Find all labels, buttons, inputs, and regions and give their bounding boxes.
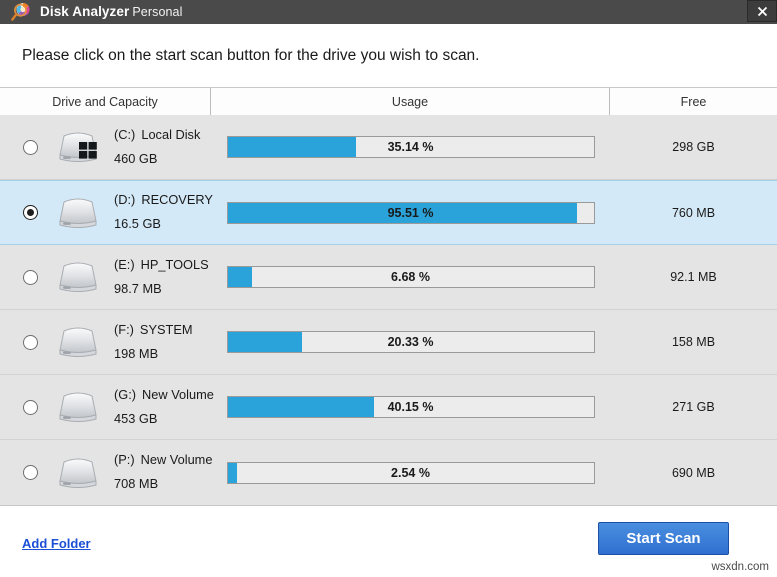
table-row[interactable]: (C:) Local Disk 460 GB 35.14 % 298 GB <box>0 115 777 180</box>
drive-text-block: (D:) RECOVERY 16.5 GB <box>114 194 213 231</box>
drive-list: (C:) Local Disk 460 GB 35.14 % 298 GB (D:) REC… <box>0 115 777 505</box>
drive-capacity: 453 GB <box>114 413 214 426</box>
drive-capacity: 16.5 GB <box>114 218 213 231</box>
drive-letter: (P:) <box>114 452 135 467</box>
title-bar: Disk AnalyzerPersonal <box>0 0 777 24</box>
app-edition: Personal <box>132 5 182 19</box>
drive-label: New Volume <box>142 387 214 402</box>
cell-free: 92.1 MB <box>610 245 777 309</box>
drive-capacity: 708 MB <box>114 478 212 491</box>
column-header-free: Free <box>610 88 777 115</box>
drive-letter: (D:) <box>114 192 135 207</box>
drive-radio-f[interactable] <box>23 335 38 350</box>
cell-free: 760 MB <box>610 181 777 244</box>
add-folder-link[interactable]: Add Folder <box>22 536 91 551</box>
cell-usage: 95.51 % <box>211 181 610 244</box>
close-icon <box>757 6 768 17</box>
footer: Add Folder Start Scan wsxdn.com <box>0 506 777 575</box>
usage-bar: 35.14 % <box>227 136 595 158</box>
cell-usage: 40.15 % <box>211 375 610 439</box>
drive-capacity: 460 GB <box>114 153 200 166</box>
app-name: Disk Analyzer <box>40 4 129 19</box>
drive-name: (G:) New Volume <box>114 389 214 402</box>
drive-name: (C:) Local Disk <box>114 129 200 142</box>
drive-text-block: (C:) Local Disk 460 GB <box>114 129 200 166</box>
drive-label: Local Disk <box>141 127 200 142</box>
usage-percent-label: 20.33 % <box>228 332 594 352</box>
hard-drive-icon <box>55 324 101 360</box>
cell-drive-and-capacity: (G:) New Volume 453 GB <box>0 375 211 439</box>
cell-drive-and-capacity: (P:) New Volume 708 MB <box>0 440 211 505</box>
drive-label: HP_TOOLS <box>141 257 209 272</box>
close-button[interactable] <box>747 0 777 22</box>
start-scan-button[interactable]: Start Scan <box>598 522 729 555</box>
cell-free: 158 MB <box>610 310 777 374</box>
hard-drive-icon <box>55 389 101 425</box>
drive-text-block: (G:) New Volume 453 GB <box>114 389 214 426</box>
usage-bar: 2.54 % <box>227 462 595 484</box>
cell-drive-and-capacity: (E:) HP_TOOLS 98.7 MB <box>0 245 211 309</box>
usage-bar: 95.51 % <box>227 202 595 224</box>
cell-usage: 6.68 % <box>211 245 610 309</box>
app-title: Disk AnalyzerPersonal <box>40 5 182 19</box>
table-row[interactable]: (F:) SYSTEM 198 MB 20.33 % 158 MB <box>0 310 777 375</box>
drive-name: (E:) HP_TOOLS <box>114 259 209 272</box>
drive-radio-p[interactable] <box>23 465 38 480</box>
hard-drive-windows-icon <box>55 129 101 165</box>
drive-label: SYSTEM <box>140 322 193 337</box>
drive-name: (P:) New Volume <box>114 454 212 467</box>
table-row[interactable]: (G:) New Volume 453 GB 40.15 % 271 GB <box>0 375 777 440</box>
watermark: wsxdn.com <box>711 561 769 573</box>
hard-drive-icon <box>55 455 101 491</box>
drive-text-block: (P:) New Volume 708 MB <box>114 454 212 491</box>
drive-letter: (F:) <box>114 322 134 337</box>
column-header-drive: Drive and Capacity <box>0 88 211 115</box>
usage-bar: 6.68 % <box>227 266 595 288</box>
hard-drive-icon <box>55 259 101 295</box>
cell-free: 690 MB <box>610 440 777 505</box>
drive-text-block: (F:) SYSTEM 198 MB <box>114 324 193 361</box>
cell-drive-and-capacity: (C:) Local Disk 460 GB <box>0 115 211 179</box>
usage-percent-label: 6.68 % <box>228 267 594 287</box>
drive-radio-c[interactable] <box>23 140 38 155</box>
cell-free: 298 GB <box>610 115 777 179</box>
drive-name: (F:) SYSTEM <box>114 324 193 337</box>
drive-radio-g[interactable] <box>23 400 38 415</box>
table-header-row: Drive and Capacity Usage Free <box>0 88 777 115</box>
usage-percent-label: 40.15 % <box>228 397 594 417</box>
usage-percent-label: 2.54 % <box>228 463 594 483</box>
drive-radio-d[interactable] <box>23 205 38 220</box>
drive-table: Drive and Capacity Usage Free (C:) Local … <box>0 87 777 506</box>
table-row[interactable]: (E:) HP_TOOLS 98.7 MB 6.68 % 92.1 MB <box>0 245 777 310</box>
drive-letter: (C:) <box>114 127 135 142</box>
drive-capacity: 198 MB <box>114 348 193 361</box>
drive-label: RECOVERY <box>141 192 213 207</box>
column-header-usage: Usage <box>211 88 610 115</box>
drive-name: (D:) RECOVERY <box>114 194 213 207</box>
drive-letter: (G:) <box>114 387 136 402</box>
magnifier-pie-logo-icon <box>10 1 32 23</box>
drive-text-block: (E:) HP_TOOLS 98.7 MB <box>114 259 209 296</box>
table-row[interactable]: (D:) RECOVERY 16.5 GB 95.51 % 760 MB <box>0 180 777 245</box>
drive-radio-e[interactable] <box>23 270 38 285</box>
usage-bar: 20.33 % <box>227 331 595 353</box>
table-row[interactable]: (P:) New Volume 708 MB 2.54 % 690 MB <box>0 440 777 505</box>
cell-free: 271 GB <box>610 375 777 439</box>
cell-usage: 35.14 % <box>211 115 610 179</box>
hard-drive-icon <box>55 195 101 231</box>
drive-label: New Volume <box>141 452 213 467</box>
cell-usage: 2.54 % <box>211 440 610 505</box>
drive-letter: (E:) <box>114 257 135 272</box>
instruction-text: Please click on the start scan button fo… <box>0 24 777 87</box>
drive-capacity: 98.7 MB <box>114 283 209 296</box>
usage-percent-label: 95.51 % <box>228 203 594 223</box>
cell-drive-and-capacity: (F:) SYSTEM 198 MB <box>0 310 211 374</box>
usage-bar: 40.15 % <box>227 396 595 418</box>
usage-percent-label: 35.14 % <box>228 137 594 157</box>
cell-usage: 20.33 % <box>211 310 610 374</box>
cell-drive-and-capacity: (D:) RECOVERY 16.5 GB <box>0 181 211 244</box>
